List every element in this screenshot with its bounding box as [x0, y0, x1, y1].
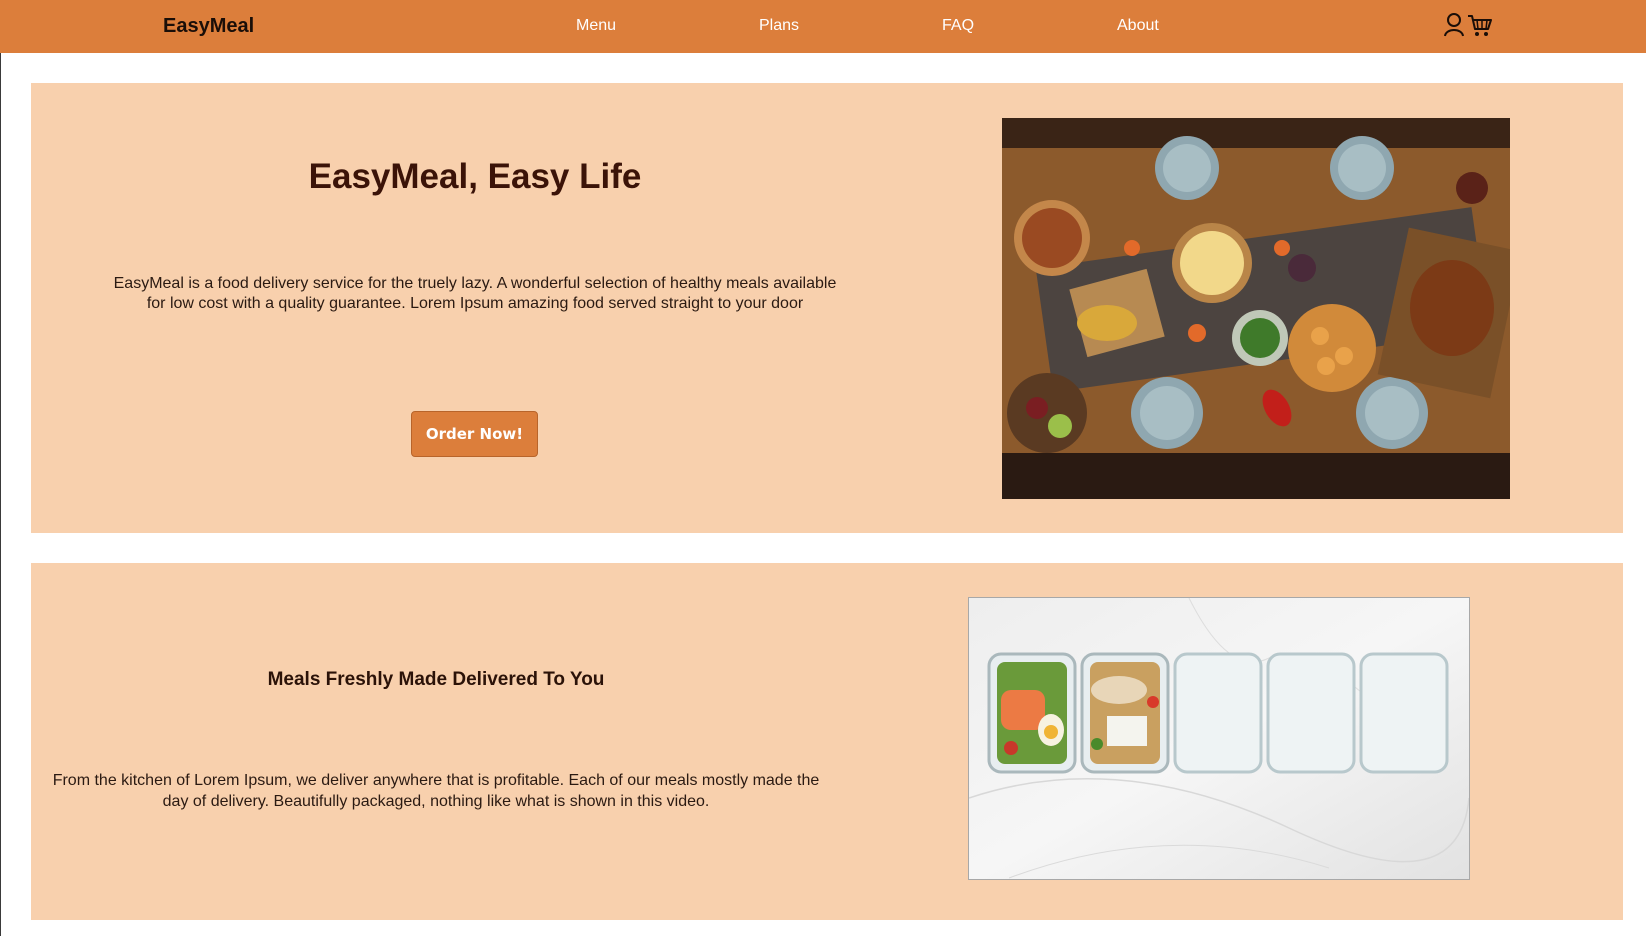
fresh-meals-title: Meals Freshly Made Delivered To You — [267, 669, 605, 690]
nav-link-about[interactable]: About — [1117, 17, 1159, 35]
meal-prep-containers-image — [968, 597, 1470, 880]
cart-icon[interactable] — [1467, 12, 1493, 38]
hero-title: EasyMeal, Easy Life — [308, 157, 642, 196]
nav-link-menu[interactable]: Menu — [576, 17, 616, 35]
brand-logo[interactable]: EasyMeal — [163, 15, 254, 38]
fresh-meals-description: From the kitchen of Lorem Ipsum, we deli… — [52, 772, 820, 810]
fresh-meals-section: Meals Freshly Made Delivered To You From… — [31, 563, 1623, 920]
hero-description: EasyMeal is a food delivery service for … — [113, 275, 837, 312]
hero-section: EasyMeal, Easy Life EasyMeal is a food d… — [31, 83, 1623, 533]
nav-link-plans[interactable]: Plans — [759, 17, 799, 35]
window-edge — [0, 0, 1, 936]
order-now-button[interactable]: Order Now! — [411, 411, 538, 457]
nav-link-faq[interactable]: FAQ — [942, 17, 974, 35]
hero-table-image — [1002, 118, 1510, 499]
top-navbar: EasyMeal Menu Plans FAQ About — [0, 0, 1646, 53]
user-icon[interactable] — [1443, 12, 1467, 38]
